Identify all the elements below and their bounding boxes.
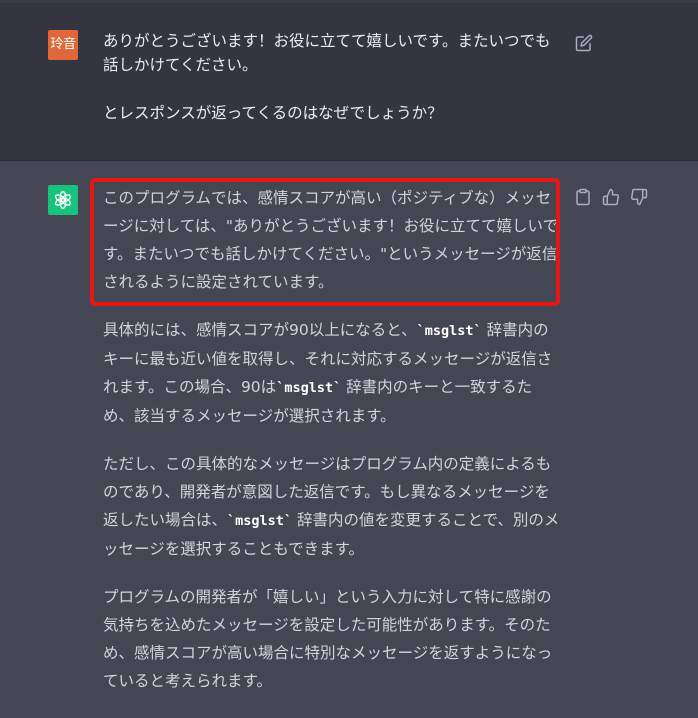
user-message-paragraph: ありがとうございます！お役に立てて嬉しいです。またいつでも話しかけてください。: [103, 32, 551, 74]
inline-code: `msglst`: [227, 513, 293, 529]
openai-logo-icon: [48, 185, 78, 215]
user-message-paragraph: とレスポンスが返ってくるのはなぜでしょうか？: [103, 104, 443, 122]
assistant-paragraph-1: このプログラムでは、感情スコアが高い（ポジティブな）メッセージに対しては、"あり…: [103, 189, 559, 291]
inline-code: `msglst`: [416, 323, 482, 339]
message-actions: [574, 188, 654, 208]
inline-code: `msglst`: [276, 380, 342, 396]
assistant-paragraph-2: 具体的には、感情スコアが90以上になると、`msglst` 辞書内のキーに最も近…: [103, 316, 563, 430]
assistant-message-row: このプログラムでは、感情スコアが高い（ポジティブな）メッセージに対しては、"あり…: [0, 161, 698, 718]
assistant-paragraph-3: ただし、この具体的なメッセージはプログラム内の定義によるものであり、開発者が意図…: [103, 450, 563, 563]
user-message-text: ありがとうございます！お役に立てて嬉しいです。またいつでも話しかけてください。 …: [103, 29, 558, 125]
thumbs-up-icon[interactable]: [602, 188, 620, 206]
clipboard-icon[interactable]: [574, 188, 592, 206]
edit-icon[interactable]: [575, 34, 593, 52]
assistant-paragraph-4: プログラムの開発者が「嬉しい」という入力に対して特に感謝の気持ちを込めたメッセー…: [103, 588, 553, 690]
user-message-row: 玲音 ありがとうございます！お役に立てて嬉しいです。またいつでも話しかけてくださ…: [0, 3, 698, 161]
text-span: 具体的には、感情スコアが90以上になると、: [103, 321, 417, 339]
assistant-message-text: このプログラムでは、感情スコアが高い（ポジティブな）メッセージに対しては、"あり…: [103, 184, 563, 715]
user-avatar: 玲音: [48, 30, 78, 60]
thumbs-down-icon[interactable]: [630, 188, 648, 206]
